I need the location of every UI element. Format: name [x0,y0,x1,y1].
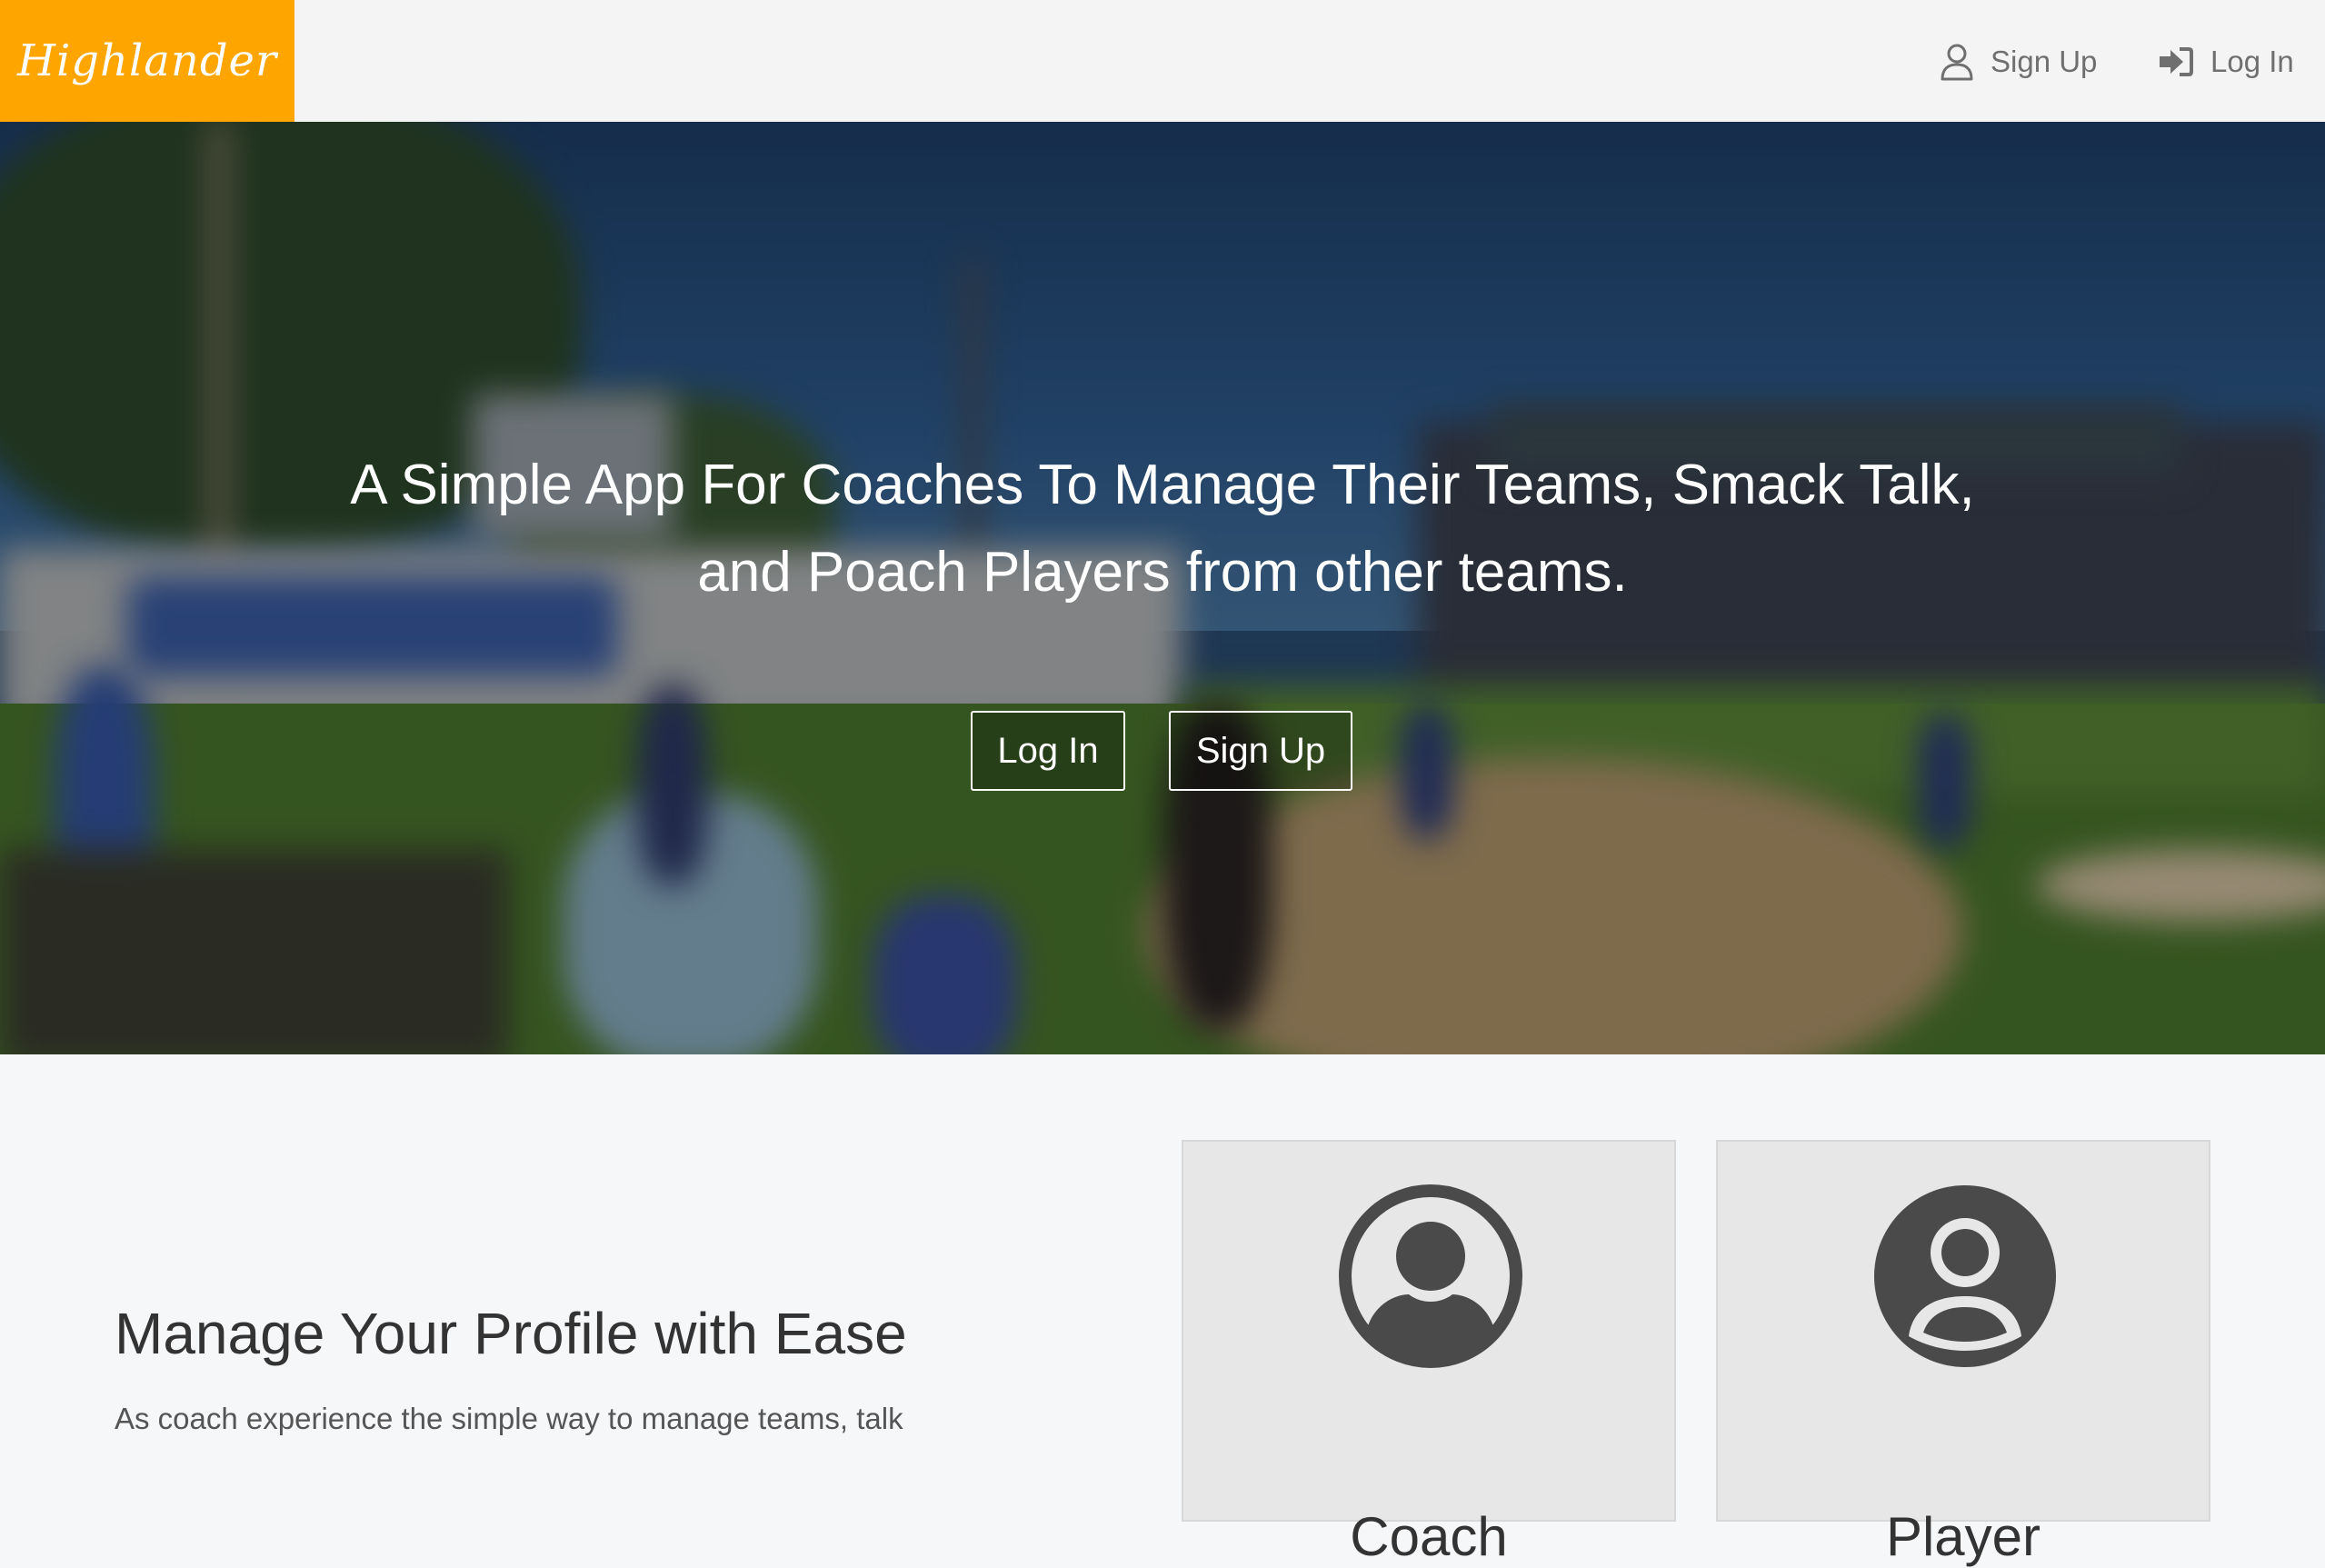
top-navbar: Highlander Sign Up Log In [0,0,2325,122]
brand-logo[interactable]: Highlander [0,0,294,122]
player-card-label: Player [1885,1506,2041,1567]
user-circle-outline-icon [1339,1184,1522,1368]
nav-login-label: Log In [2210,45,2294,78]
brand-name: Highlander [17,35,277,86]
hero-banner: A Simple App For Coaches To Manage Their… [0,122,2325,1054]
profile-section: Manage Your Profile with Ease As coach e… [0,1054,2325,1567]
nav-login-link[interactable]: Log In [2158,36,2294,87]
sign-in-icon [2160,47,2193,76]
coach-card-label: Coach [1350,1506,1508,1567]
hero-signup-button[interactable]: Sign Up [1169,711,1352,791]
player-card[interactable]: Player [1716,1140,2210,1567]
nav-signup-label: Sign Up [1991,45,2098,78]
hero-headline-line-2: and Poach Players from other teams. [697,541,1628,604]
hero-headline-line-1: A Simple App For Coaches To Manage Their… [350,454,1975,516]
hero-login-button[interactable]: Log In [971,711,1125,791]
coach-card[interactable]: Coach [1182,1140,1676,1567]
nav-signup-link[interactable]: Sign Up [1940,36,2097,87]
section-title: Manage Your Profile with Ease [115,1301,907,1366]
hero-headline: A Simple App For Coaches To Manage Their… [0,442,2325,616]
section-description: As coach experience the simple way to ma… [115,1402,903,1435]
user-icon [1941,44,1973,81]
user-circle-solid-icon [1874,1185,2056,1367]
